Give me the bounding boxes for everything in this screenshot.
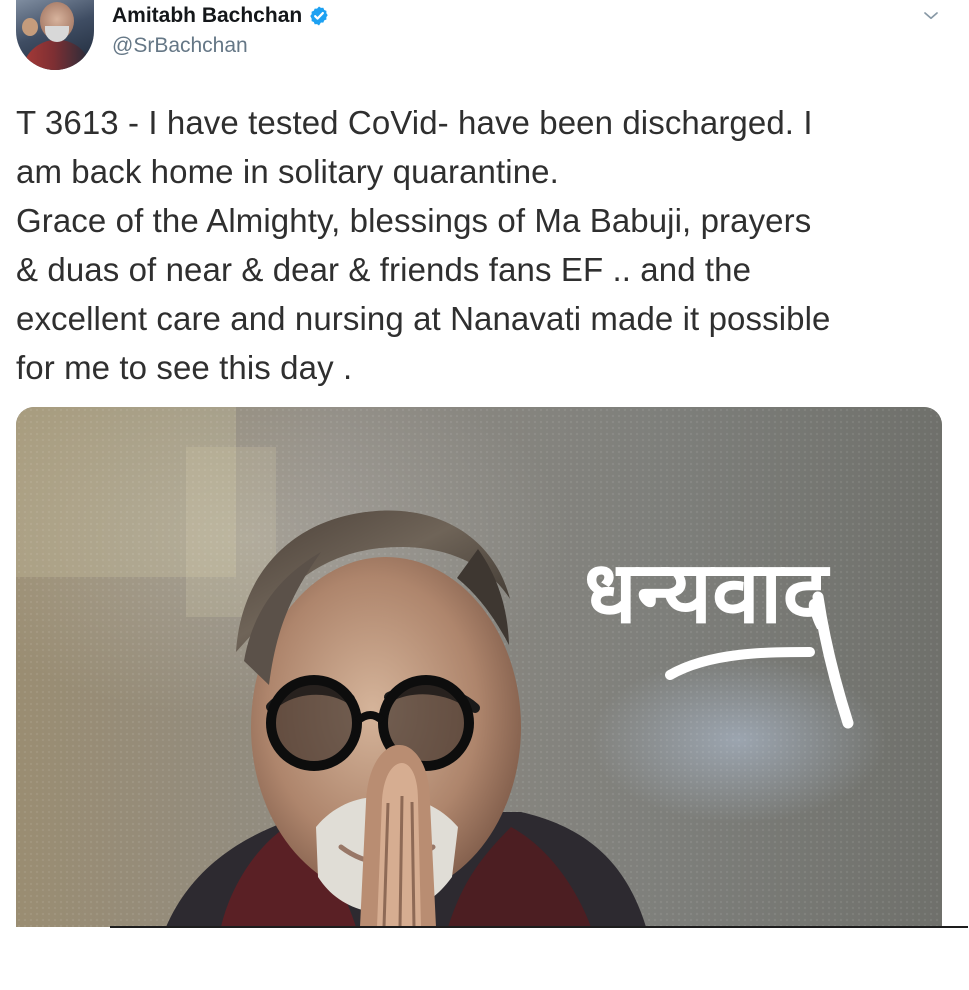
- author-display-name[interactable]: Amitabh Bachchan: [112, 2, 302, 30]
- avatar-coat: [22, 40, 92, 70]
- avatar-hand: [22, 18, 38, 36]
- tweet-media-image[interactable]: धन्यवाद: [16, 407, 942, 927]
- profile-avatar[interactable]: [16, 0, 94, 70]
- avatar-beard: [45, 26, 69, 42]
- tweet-bottom-divider: [110, 926, 968, 928]
- tweet-text: T 3613 - I have tested CoVid- have been …: [16, 104, 831, 386]
- thank-you-hindi-text: धन्यवाद: [584, 543, 830, 643]
- chevron-down-icon[interactable]: [916, 4, 946, 28]
- author-name-row[interactable]: Amitabh Bachchan: [112, 2, 330, 30]
- verified-badge-icon: [308, 5, 330, 27]
- tweet-card: Amitabh Bachchan @SrBachchan T 3613 - I …: [0, 0, 969, 928]
- author-handle[interactable]: @SrBachchan: [112, 32, 248, 60]
